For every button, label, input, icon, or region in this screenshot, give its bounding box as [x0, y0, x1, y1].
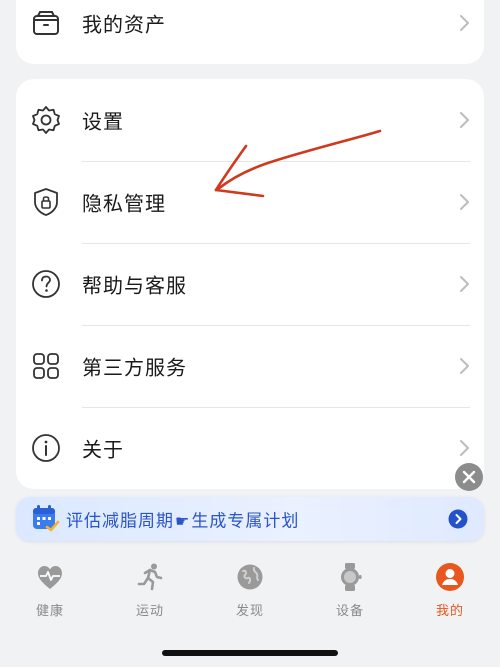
my-assets-label: 我的资产 — [82, 12, 166, 37]
wallet-icon — [30, 7, 62, 39]
about-row[interactable]: 关于 — [16, 407, 484, 489]
tab-me[interactable]: 我的 — [400, 562, 500, 632]
globe-icon — [235, 562, 265, 592]
tab-exercise[interactable]: 运动 — [100, 562, 200, 632]
privacy-shield-icon — [30, 186, 62, 218]
privacy-management-row[interactable]: 隐私管理 — [16, 161, 484, 243]
tab-discover-label: 发现 — [235, 604, 264, 619]
promo-banner[interactable]: 评估减脂周期☛生成专属计划 — [16, 497, 484, 541]
chevron-right-icon — [458, 439, 470, 457]
tab-me-label: 我的 — [435, 604, 464, 619]
pointing-hand-icon: ☛ — [175, 511, 191, 531]
apps-grid-icon — [30, 350, 62, 382]
my-assets-row[interactable]: 我的资产 — [16, 0, 484, 64]
close-promo-button[interactable] — [455, 463, 483, 491]
watch-icon — [335, 562, 365, 592]
calendar-check-icon — [30, 503, 60, 533]
help-service-row[interactable]: 帮助与客服 — [16, 243, 484, 325]
tab-devices-label: 设备 — [335, 604, 364, 619]
info-icon — [30, 432, 62, 464]
privacy-management-label: 隐私管理 — [82, 191, 166, 216]
profile-icon — [435, 562, 465, 592]
tab-devices[interactable]: 设备 — [300, 562, 400, 632]
settings-row[interactable]: 设置 — [16, 79, 484, 161]
help-service-label: 帮助与客服 — [82, 273, 187, 298]
promo-text-part1: 评估减脂周期 — [66, 511, 174, 532]
promo-text: 评估减脂周期☛生成专属计划 — [66, 507, 299, 532]
chevron-right-icon — [458, 111, 470, 129]
chevron-right-icon — [458, 14, 470, 32]
third-party-services-row[interactable]: 第三方服务 — [16, 325, 484, 407]
close-icon — [462, 470, 476, 484]
assets-card: 我的资产 — [16, 0, 484, 64]
third-party-services-label: 第三方服务 — [82, 355, 187, 380]
promo-text-part2: 生成专属计划 — [191, 511, 300, 532]
gear-icon — [30, 104, 62, 136]
help-circle-icon — [30, 268, 62, 300]
chevron-right-icon — [458, 193, 470, 211]
home-indicator — [162, 650, 338, 656]
about-label: 关于 — [82, 437, 124, 462]
settings-label: 设置 — [82, 109, 124, 134]
tab-health[interactable]: 健康 — [0, 562, 100, 632]
arrow-right-circle-icon — [448, 509, 468, 529]
chevron-right-icon — [458, 275, 470, 293]
chevron-right-icon — [458, 357, 470, 375]
running-icon — [135, 562, 165, 592]
tab-discover[interactable]: 发现 — [200, 562, 300, 632]
tab-health-label: 健康 — [35, 604, 64, 619]
settings-card: 设置 隐私管理 帮助与客服 第三方服务 关于 — [16, 79, 484, 489]
tab-exercise-label: 运动 — [135, 604, 164, 619]
heart-pulse-icon — [35, 562, 65, 592]
